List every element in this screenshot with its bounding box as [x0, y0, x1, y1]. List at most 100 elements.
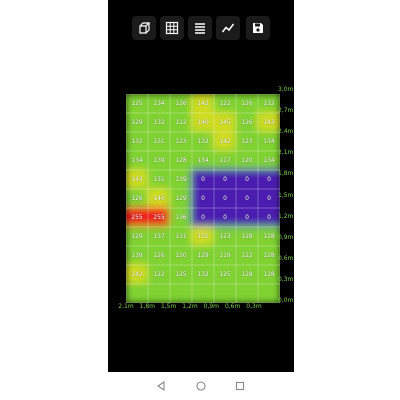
- cell-value: 122: [219, 100, 231, 107]
- cell-value: 139: [175, 176, 187, 183]
- y-tick-label: 2,7m: [278, 107, 294, 115]
- system-nav-bar: [108, 372, 294, 400]
- y-tick-label: 0,9m: [278, 233, 294, 241]
- list-icon: [195, 23, 205, 34]
- cell-value: 128: [263, 233, 275, 240]
- cell-value: 142: [219, 138, 231, 145]
- cell-value: 0: [245, 214, 249, 221]
- cell-value: 129: [131, 233, 143, 240]
- grid-view-button[interactable]: [160, 16, 184, 40]
- cell-value: 125: [131, 100, 143, 107]
- heat-cell: [191, 283, 215, 303]
- cell-value: 131: [175, 233, 187, 240]
- x-tick-label: 1,8m: [139, 303, 156, 310]
- x-tick-label: 0,3m: [246, 303, 262, 310]
- heatmap: 125 134 126 142 122 126 132 129 132 112 140 145 126 1…: [126, 94, 280, 303]
- cell-value: 134: [197, 157, 209, 164]
- app-screen: 125 134 126 142 122 126 132 129 132 112 140 145 126 1…: [108, 0, 294, 400]
- back-icon: [157, 381, 165, 391]
- cell-value: 134: [131, 157, 143, 164]
- x-tick-label: 1,5m: [160, 303, 177, 310]
- cell-value: 129: [175, 195, 187, 202]
- cell-value: 0: [267, 176, 271, 183]
- recents-button[interactable]: [232, 378, 248, 394]
- heat-cell: [213, 283, 237, 303]
- cell-value: 255: [131, 214, 143, 221]
- y-tick-label: 3,0m: [278, 86, 294, 93]
- chart-view-button[interactable]: [216, 16, 240, 40]
- 3d-view-button[interactable]: [132, 16, 156, 40]
- y-tick-label: 0,0m: [278, 297, 294, 304]
- home-button[interactable]: [193, 378, 209, 394]
- cell-value: 123: [175, 138, 187, 145]
- cell-value: 128: [241, 271, 253, 278]
- cell-value: 0: [223, 195, 227, 202]
- cell-value: 142: [131, 271, 143, 278]
- cell-value: 0: [245, 195, 249, 202]
- line-chart-icon: [221, 23, 235, 33]
- cell-value: 0: [201, 176, 205, 183]
- cell-value: 143: [131, 176, 143, 183]
- cell-value: 143: [263, 119, 275, 126]
- y-tick-label: 2,1m: [278, 149, 294, 157]
- recents-icon: [235, 381, 245, 391]
- toolbar: [108, 16, 294, 42]
- cell-value: 126: [241, 119, 253, 126]
- heat-cell: [147, 283, 171, 303]
- cell-value: 126: [175, 100, 187, 107]
- list-view-button[interactable]: [188, 16, 212, 40]
- home-icon: [196, 381, 206, 391]
- cell-value: 122: [153, 271, 165, 278]
- cell-value: 145: [219, 119, 231, 126]
- x-tick-label: 0,6m: [224, 303, 241, 310]
- heat-cell: [126, 283, 149, 303]
- cell-value: 0: [245, 176, 249, 183]
- y-tick-label: 0,6m: [278, 254, 294, 262]
- cell-value: 128: [263, 252, 275, 259]
- cell-value: 132: [197, 138, 209, 145]
- cell-value: 128: [263, 271, 275, 278]
- cell-value: 123: [219, 233, 231, 240]
- cell-value: 134: [153, 100, 165, 107]
- heat-cell: [235, 283, 259, 303]
- y-tick-label: 1,8m: [278, 170, 294, 178]
- cell-value: 126: [131, 195, 143, 202]
- cell-value: 0: [223, 176, 227, 183]
- cell-value: 0: [201, 214, 205, 221]
- cell-value: 140: [153, 195, 165, 202]
- x-tick-label: 1,2m: [182, 303, 198, 310]
- cube-icon: [139, 22, 151, 34]
- y-tick-label: 1,5m: [278, 191, 294, 199]
- cell-value: 122: [241, 252, 253, 259]
- cell-value: 129: [197, 252, 209, 259]
- back-button[interactable]: [153, 378, 169, 394]
- cell-value: 112: [175, 119, 187, 126]
- cell-value: 0: [223, 214, 227, 221]
- cell-value: 126: [153, 252, 165, 259]
- cell-value: 129: [131, 119, 143, 126]
- cell-value: 128: [241, 233, 253, 240]
- cell-value: 123: [241, 138, 253, 145]
- cell-value: 132: [197, 271, 209, 278]
- cell-value: 131: [153, 176, 165, 183]
- cell-value: 137: [153, 233, 165, 240]
- y-tick-label: 0,3m: [278, 275, 294, 283]
- cell-value: 139: [131, 252, 143, 259]
- cell-value: 119: [219, 252, 231, 259]
- cell-value: 117: [219, 157, 231, 164]
- cell-value: 134: [263, 157, 275, 164]
- cell-value: 0: [267, 195, 271, 202]
- grid-icon: [165, 21, 179, 35]
- cell-value: 0: [201, 195, 205, 202]
- save-button[interactable]: [246, 16, 270, 40]
- cell-value: 131: [153, 138, 165, 145]
- y-tick-label: 2,4m: [278, 128, 294, 136]
- cell-value: 151: [197, 233, 209, 240]
- cell-value: 126: [241, 100, 253, 107]
- x-tick-label: 0,9m: [203, 303, 220, 310]
- cell-value: 132: [263, 100, 275, 107]
- cell-value: 120: [241, 157, 253, 164]
- cell-value: 139: [153, 157, 165, 164]
- cell-value: 132: [153, 119, 165, 126]
- save-icon: [253, 23, 263, 33]
